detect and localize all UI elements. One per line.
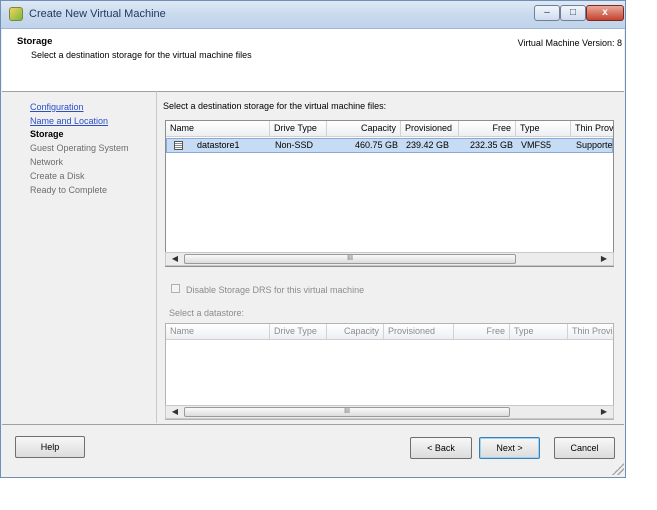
col-thin-provisioning: Thin Provi [572,326,613,336]
cell-thin-provisioning: Supporte [576,140,613,150]
step-storage: Storage [30,129,64,139]
storage-prompt: Select a destination storage for the vir… [163,101,387,111]
scroll-thumb[interactable]: III [184,254,516,264]
cell-drive-type: Non-SSD [275,140,314,150]
close-button[interactable]: x [586,5,624,21]
col-capacity[interactable]: Capacity [327,121,401,136]
cell-free: 232.35 GB [469,140,513,150]
step-name-and-location[interactable]: Name and Location [30,116,108,126]
step-ready-to-complete: Ready to Complete [30,185,108,195]
col-free: Free [454,324,510,339]
cell-name: datastore1 [197,140,240,150]
resize-grip-icon[interactable] [612,463,624,475]
minimize-button[interactable]: – [534,5,560,21]
scroll-left-arrow-icon[interactable]: ◀ [168,253,182,265]
vsphere-app-icon [9,7,23,21]
wizard-steps-nav: Configuration Name and Location Storage … [2,96,152,422]
vm-version-label: Virtual Machine Version: 8 [517,38,622,48]
col-type: Type [510,324,568,339]
step-configuration[interactable]: Configuration [30,102,84,112]
footer-divider [2,424,624,425]
scroll-right-arrow-icon[interactable]: ▶ [597,253,611,265]
cancel-button[interactable]: Cancel [554,437,615,459]
help-button[interactable]: Help [15,436,85,458]
datastore-icon [174,141,183,150]
select-datastore-label: Select a datastore: [169,308,245,318]
col-name[interactable]: Name [166,121,270,136]
cell-provisioned: 239.42 GB [406,140,450,150]
maximize-button[interactable]: □ [560,5,586,21]
step-network: Network [30,157,64,167]
page-title: Storage [17,36,53,47]
datastore-select-table-header: Name Drive Type Capacity Provisioned Fre… [166,324,613,340]
col-name: Name [166,324,270,339]
datastore-select-table-hscrollbar[interactable]: ◀ III ▶ [165,405,614,419]
col-drive-type: Drive Type [270,324,327,339]
title-bar[interactable]: Create New Virtual Machine – □ x [1,1,625,29]
table-row[interactable]: datastore1 Non-SSD 460.75 GB 239.42 GB 2… [166,138,613,153]
col-drive-type[interactable]: Drive Type [270,121,327,136]
page-subtitle: Select a destination storage for the vir… [31,50,252,60]
wizard-header: Storage Select a destination storage for… [2,29,624,92]
window-title: Create New Virtual Machine [29,8,166,20]
col-free[interactable]: Free [459,121,516,136]
datastore-table-header: Name Drive Type Capacity Provisioned Fre… [166,121,613,137]
step-guest-os: Guest Operating System [30,143,129,153]
step-create-disk: Create a Disk [30,171,85,181]
wizard-window: Create New Virtual Machine – □ x Storage… [0,0,626,478]
col-capacity: Capacity [327,324,384,339]
disable-drs-checkbox[interactable] [171,284,180,293]
back-button[interactable]: < Back [410,437,472,459]
nav-divider [156,91,157,423]
col-provisioned: Provisioned [384,324,454,339]
disable-drs-label: Disable Storage DRS for this virtual mac… [186,285,365,295]
datastore-table-hscrollbar[interactable]: ◀ III ▶ [165,252,614,266]
col-thin-provisioning[interactable]: Thin Prov [571,121,613,136]
scroll-left-arrow-icon[interactable]: ◀ [168,406,182,418]
col-type[interactable]: Type [516,121,571,136]
cell-type: VMFS5 [521,140,552,150]
next-button[interactable]: Next > [479,437,540,459]
scroll-thumb[interactable]: III [184,407,510,417]
cell-capacity: 460.75 GB [354,140,398,150]
datastore-table: Name Drive Type Capacity Provisioned Fre… [165,120,614,267]
scroll-right-arrow-icon[interactable]: ▶ [597,406,611,418]
col-provisioned[interactable]: Provisioned [401,121,459,136]
